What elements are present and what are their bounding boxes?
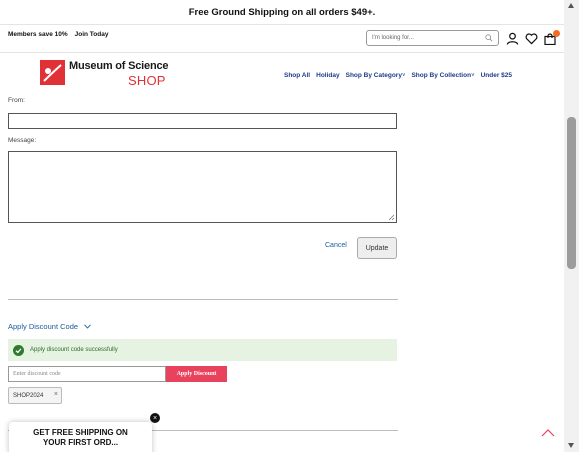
scroll-to-top-icon[interactable]: [541, 428, 555, 438]
atom-logo-icon: [43, 64, 62, 82]
scrollbar[interactable]: [564, 0, 579, 452]
close-icon[interactable]: ×: [150, 413, 160, 423]
scroll-down-arrow-icon[interactable]: [568, 443, 574, 448]
scroll-thumb[interactable]: [567, 117, 576, 269]
member-promo: Members save 10% Join Today: [8, 31, 108, 38]
nav-shop-by-collection-label: Shop By Collection: [411, 72, 472, 79]
logo-text: Museum of Science SHOP: [69, 60, 168, 88]
message-field[interactable]: [8, 151, 397, 223]
apply-discount-button[interactable]: Apply Discount: [166, 366, 227, 382]
promo-bar: Free Ground Shipping on all orders $49+.: [0, 0, 564, 25]
nav-holiday[interactable]: Holiday: [316, 72, 339, 79]
free-shipping-popup[interactable]: GET FREE SHIPPING ON YOUR FIRST ORD...: [9, 422, 152, 452]
cancel-button[interactable]: Cancel: [325, 242, 347, 249]
divider: [8, 299, 398, 300]
update-button[interactable]: Update: [357, 237, 397, 259]
nav-shop-by-category-label: Shop By Category: [345, 72, 402, 79]
chevron-down-icon: [84, 324, 91, 329]
members-save-text: Members save 10%: [8, 31, 68, 38]
nav-shop-by-collection[interactable]: Shop By Collection˅: [411, 72, 474, 79]
logo-mark: [40, 60, 65, 85]
wishlist-heart-icon[interactable]: [525, 32, 538, 45]
museum-logo[interactable]: Museum of Science SHOP: [40, 60, 168, 88]
search-input[interactable]: I'm looking for...: [366, 30, 499, 46]
discount-code-placeholder: Enter discount code: [13, 371, 61, 377]
page: Free Ground Shipping on all orders $49+.…: [0, 0, 579, 452]
chevron-down-icon: ˅: [401, 73, 406, 79]
from-label: From:: [8, 97, 25, 104]
logo-name: Museum of Science: [69, 60, 169, 72]
search-placeholder: I'm looking for...: [372, 35, 414, 41]
popup-line-2: YOUR FIRST ORD...: [42, 438, 119, 447]
site-header: Museum of Science SHOP Shop All Holiday …: [0, 54, 564, 98]
account-icon[interactable]: [506, 32, 519, 45]
main-nav: Shop All Holiday Shop By Category˅ Shop …: [284, 72, 512, 79]
discount-success-message: Apply discount code successfully: [8, 339, 397, 361]
resize-handle-icon[interactable]: [388, 214, 395, 221]
apply-discount-label: Apply Discount Code: [8, 322, 79, 331]
popup-line-1: GET FREE SHIPPING ON: [33, 428, 128, 437]
nav-shop-all[interactable]: Shop All: [284, 72, 310, 79]
from-field[interactable]: [8, 113, 397, 129]
logo-shop: SHOP: [128, 73, 166, 88]
success-text: Apply discount code successfully: [30, 347, 118, 353]
check-circle-icon: [13, 344, 24, 356]
nav-shop-by-category[interactable]: Shop By Category˅: [346, 72, 406, 79]
message-label: Message:: [8, 137, 37, 144]
applied-code-text: SHOP2024: [13, 392, 44, 399]
utility-bar: Members save 10% Join Today I'm looking …: [0, 25, 564, 53]
join-today-link[interactable]: Join Today: [75, 31, 109, 38]
search-icon[interactable]: [485, 34, 493, 42]
applied-code-chip: SHOP2024 ×: [8, 387, 62, 404]
nav-under-25[interactable]: Under $25: [481, 72, 512, 79]
discount-code-input[interactable]: Enter discount code: [8, 366, 166, 382]
cart-button[interactable]: [544, 30, 560, 46]
scroll-up-arrow-icon[interactable]: [568, 3, 574, 8]
cart-count-badge: [553, 30, 560, 37]
promo-text: Free Ground Shipping on all orders $49+.: [188, 6, 376, 18]
chevron-down-icon: ˅: [471, 73, 475, 79]
apply-discount-toggle[interactable]: Apply Discount Code: [8, 322, 91, 331]
remove-code-icon[interactable]: ×: [54, 391, 58, 398]
